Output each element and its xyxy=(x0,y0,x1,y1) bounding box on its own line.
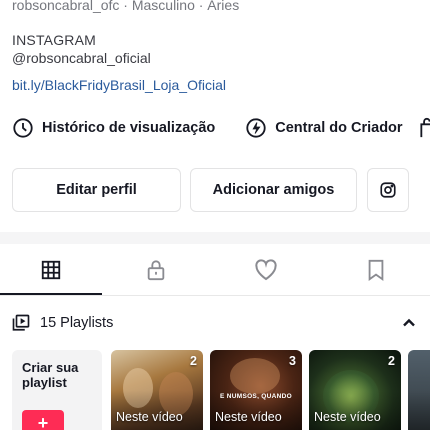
bio-line-2: @robsoncabral_oficial xyxy=(12,50,151,66)
grid-icon xyxy=(41,260,61,280)
profile-link[interactable]: bit.ly/BlackFridyBrasil_Loja_Oficial xyxy=(12,77,226,93)
quick-links-row: Histórico de visualização Central do Cri… xyxy=(12,114,430,142)
edit-profile-button[interactable]: Editar perfil xyxy=(12,168,181,212)
playlist-card[interactable]: E NUMSOS, QUANDO 3 Neste vídeo xyxy=(210,350,302,430)
profile-actions: Editar perfil Adicionar amigos xyxy=(12,168,430,212)
playlist-caption: Neste vídeo xyxy=(314,410,381,424)
playlist-video-count: 2 xyxy=(388,354,395,368)
thumbnail-caption: E NUMSOS, QUANDO xyxy=(220,393,292,400)
playlists-count: 15 Playlists xyxy=(40,315,114,331)
lock-icon xyxy=(147,260,165,281)
chevron-up-icon[interactable] xyxy=(402,316,416,330)
create-playlist-label: Criar sua playlist xyxy=(22,360,79,390)
bookmark-icon xyxy=(368,259,384,281)
playlists-header: 15 Playlists xyxy=(12,310,416,336)
lightning-icon xyxy=(246,118,266,138)
create-playlist-card[interactable]: Criar sua playlist + xyxy=(12,350,102,430)
playlist-caption: Neste vídeo xyxy=(215,410,282,424)
playlist-video-count: 3 xyxy=(289,354,296,368)
playlist-caption: Neste vídeo xyxy=(116,410,183,424)
tab-favorites[interactable] xyxy=(326,244,426,296)
instagram-button[interactable] xyxy=(367,168,409,212)
heart-icon xyxy=(255,259,277,281)
playlist-carousel: Criar sua playlist + 2 Neste vídeo E NUM… xyxy=(12,350,430,430)
creator-center-link[interactable]: Central do Criador xyxy=(245,117,403,139)
thumb-shade xyxy=(408,350,430,430)
playlist-card[interactable]: 2 Neste vídeo xyxy=(111,350,203,430)
creator-center-label: Central do Criador xyxy=(275,120,403,136)
tab-liked[interactable] xyxy=(216,244,316,296)
profile-tabs xyxy=(0,244,430,296)
add-friends-button[interactable]: Adicionar amigos xyxy=(190,168,357,212)
watch-history-label: Histórico de visualização xyxy=(42,120,216,136)
profile-meta: robsoncabral_ofc · Masculino · Áries xyxy=(12,0,240,13)
clock-icon xyxy=(13,118,33,138)
tabs-divider xyxy=(0,295,430,296)
playlist-card[interactable]: 2 Neste vídeo xyxy=(309,350,401,430)
shop-icon[interactable] xyxy=(419,117,430,139)
playlist-card[interactable] xyxy=(408,350,430,430)
playlist-video-count: 2 xyxy=(190,354,197,368)
create-playlist-button[interactable]: + xyxy=(22,410,64,430)
watch-history-link[interactable]: Histórico de visualização xyxy=(12,117,215,139)
instagram-icon xyxy=(380,182,396,198)
tab-videos[interactable] xyxy=(0,244,102,296)
playlist-icon xyxy=(12,314,30,331)
section-separator xyxy=(0,232,430,244)
bio-line-1: INSTAGRAM xyxy=(12,32,96,48)
tab-private[interactable] xyxy=(106,244,206,296)
